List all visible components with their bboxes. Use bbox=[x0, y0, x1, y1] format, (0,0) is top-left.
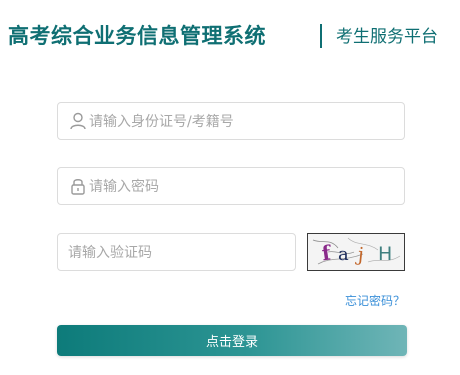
system-title: 高考综合业务信息管理系统 bbox=[8, 24, 266, 48]
captcha-image[interactable]: f a j H bbox=[307, 233, 405, 271]
lock-icon bbox=[69, 177, 87, 195]
password-placeholder: 请输入密码 bbox=[89, 179, 159, 195]
username-field[interactable]: 请输入身份证号/考籍号 bbox=[57, 102, 405, 140]
captcha-field[interactable]: 请输入验证码 bbox=[57, 233, 296, 271]
captcha-char-f: f bbox=[320, 240, 333, 265]
captcha-char-h: H bbox=[378, 243, 392, 265]
user-icon bbox=[69, 112, 87, 130]
login-page: 高考综合业务信息管理系统 考生服务平台 请输入身份证号/考籍号 请输入密码 请输… bbox=[0, 0, 460, 375]
login-button[interactable]: 点击登录 bbox=[57, 325, 407, 356]
captcha-char-j: j bbox=[355, 243, 365, 266]
platform-subtitle: 考生服务平台 bbox=[336, 27, 438, 47]
captcha-placeholder: 请输入验证码 bbox=[68, 245, 152, 261]
captcha-char-a: a bbox=[338, 244, 349, 265]
forgot-password-link[interactable]: 忘记密码？ bbox=[345, 292, 405, 309]
username-placeholder: 请输入身份证号/考籍号 bbox=[89, 114, 234, 130]
password-field[interactable]: 请输入密码 bbox=[57, 167, 405, 205]
header-divider bbox=[320, 24, 322, 48]
